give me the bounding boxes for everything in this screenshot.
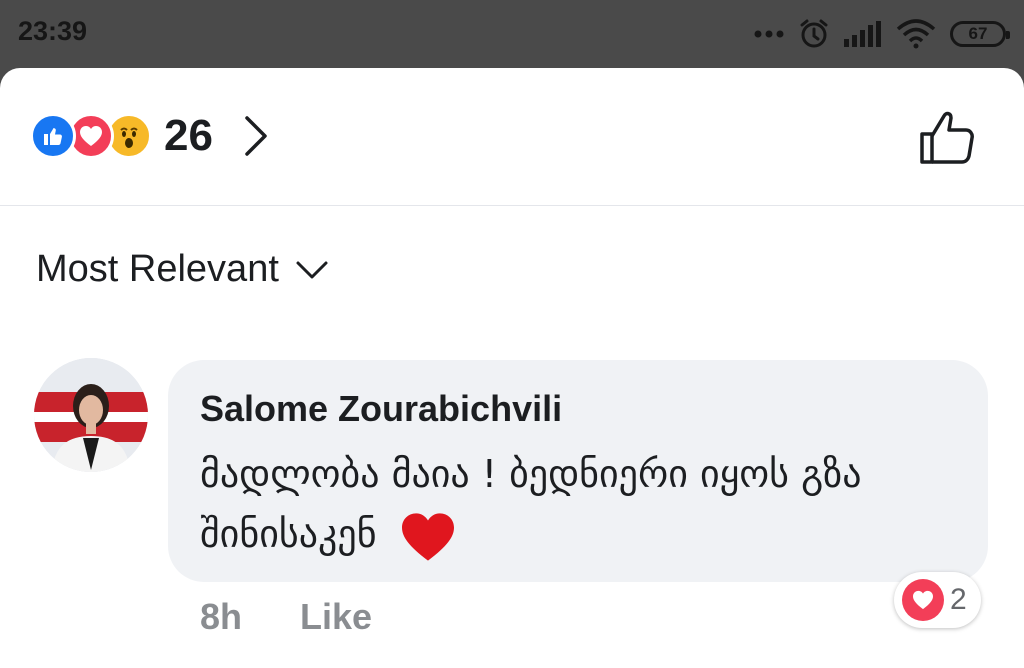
battery-icon: 67 xyxy=(950,21,1010,47)
comment-reaction-chip[interactable]: 2 xyxy=(894,572,981,628)
comments-sheet: 26 Most Relevant Salome Zourabichvili მა… xyxy=(0,68,1024,668)
battery-level: 67 xyxy=(968,24,988,43)
wifi-icon xyxy=(896,19,936,49)
red-heart-icon xyxy=(401,512,454,561)
reaction-count: 26 xyxy=(164,111,213,160)
comment-meta: 8h Like xyxy=(200,596,372,638)
chevron-right-icon xyxy=(245,116,267,156)
comment-like-button[interactable]: Like xyxy=(300,596,372,638)
thumbs-up-outline-icon xyxy=(920,111,974,164)
love-reaction-icon xyxy=(902,579,944,621)
more-dots-icon xyxy=(754,30,784,38)
status-icons: 67 xyxy=(754,14,1010,54)
reactions-summary[interactable]: 26 xyxy=(30,106,269,166)
chevron-down-icon xyxy=(296,261,328,278)
comment-reaction-count: 2 xyxy=(950,583,967,616)
alarm-icon xyxy=(800,19,828,48)
sort-dropdown[interactable]: Most Relevant xyxy=(36,248,329,291)
comment-timestamp: 8h xyxy=(200,596,243,637)
comment-text: მადლობა მაია ! ბედნიერი იყოს გზა შინისაკ… xyxy=(200,444,900,564)
comment-body: მადლობა მაია ! ბედნიერი იყოს გზა შინისაკ… xyxy=(200,452,862,556)
comment-bubble[interactable]: Salome Zourabichvili მადლობა მაია ! ბედნ… xyxy=(168,360,988,582)
status-time: 23:39 xyxy=(18,16,88,46)
signal-icon xyxy=(844,21,881,47)
sort-label: Most Relevant xyxy=(36,248,279,290)
like-reaction-icon xyxy=(30,113,76,159)
avatar[interactable] xyxy=(34,358,148,472)
like-button[interactable] xyxy=(916,106,980,170)
reactions-bar: 26 xyxy=(0,68,1024,206)
comment-author[interactable]: Salome Zourabichvili xyxy=(200,388,562,430)
status-bar: 23:39 67 xyxy=(0,0,1024,72)
